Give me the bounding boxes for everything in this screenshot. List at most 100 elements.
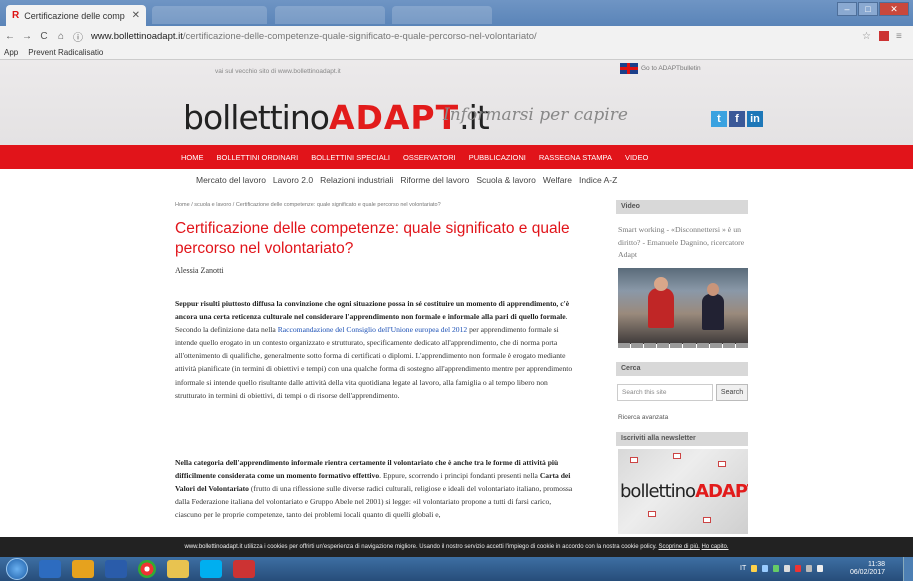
article-author: Alessia Zanotti xyxy=(175,266,224,275)
logo-red: ADAPT xyxy=(328,98,460,137)
forward-icon[interactable]: → xyxy=(20,31,34,42)
volume-icon[interactable] xyxy=(817,565,824,572)
nav-rassegna-stampa[interactable]: RASSEGNA STAMPA xyxy=(539,153,612,162)
newsletter-banner[interactable]: bollettinoADAPT xyxy=(618,449,748,534)
envelope-icon xyxy=(630,457,638,463)
tray-icon[interactable] xyxy=(773,565,780,572)
nav-bollettini-ordinari[interactable]: BOLLETTINI ORDINARI xyxy=(217,153,299,162)
advanced-search-link[interactable]: Ricerca avanzata xyxy=(618,414,668,421)
linkedin-icon[interactable]: in xyxy=(747,111,763,127)
chrome-icon[interactable] xyxy=(138,560,156,578)
thumb[interactable] xyxy=(709,343,722,348)
show-desktop-button[interactable] xyxy=(903,557,913,581)
breadcrumb[interactable]: Home / scuola e lavoro / Certificazione … xyxy=(175,202,441,208)
url-path: /certificazione-delle-competenze-quale-s… xyxy=(182,30,537,42)
thumb[interactable] xyxy=(696,343,709,348)
uk-flag-icon xyxy=(620,63,638,74)
bookmark-prevent[interactable]: Prevent Radicalisatio xyxy=(28,48,103,57)
nav-pubblicazioni[interactable]: PUBBLICAZIONI xyxy=(469,153,526,162)
video-title-link[interactable]: Smart working - «Disconnettersi » è un d… xyxy=(618,224,750,262)
home-icon[interactable]: ⌂ xyxy=(54,31,68,42)
tray-icon[interactable] xyxy=(751,565,758,572)
guest-figure xyxy=(702,294,724,330)
maximize-button[interactable]: □ xyxy=(858,2,878,16)
twitter-icon[interactable]: t xyxy=(711,111,727,127)
cookie-ok-link[interactable]: Ho capito. xyxy=(702,544,729,550)
video-thumbnail[interactable] xyxy=(618,268,748,344)
blurred-tab[interactable] xyxy=(392,6,492,24)
address-bar[interactable]: www.bollettinoadapt.it/certificazione-de… xyxy=(91,31,537,42)
start-button[interactable] xyxy=(6,558,28,580)
back-icon[interactable]: ← xyxy=(3,31,17,42)
explorer-icon[interactable] xyxy=(72,560,94,578)
blurred-tab[interactable] xyxy=(152,6,267,24)
sidebar: Video xyxy=(616,200,748,214)
menu-icon[interactable]: ≡ xyxy=(896,31,902,42)
minimize-button[interactable]: ‒ xyxy=(837,2,857,16)
media-player-icon[interactable] xyxy=(39,560,61,578)
tray-icon[interactable] xyxy=(795,565,802,572)
acrobat-icon[interactable] xyxy=(233,560,255,578)
browser-tab[interactable]: R Certificazione delle comp ✕ xyxy=(6,5,146,26)
network-icon[interactable] xyxy=(806,565,813,572)
subnav-welfare[interactable]: Welfare xyxy=(543,175,572,185)
envelope-icon xyxy=(673,453,681,459)
clock[interactable]: 11:38 06/02/2017 xyxy=(850,561,885,577)
language-indicator[interactable]: IT xyxy=(740,565,746,572)
thumb[interactable] xyxy=(722,343,735,348)
tray-icon[interactable] xyxy=(784,565,791,572)
thumb[interactable] xyxy=(657,343,670,348)
go-adapt-label: Go to ADAPTbulletin xyxy=(641,65,701,72)
search-button[interactable]: Search xyxy=(716,384,748,401)
envelope-icon xyxy=(648,511,656,517)
presenter-figure xyxy=(648,288,674,328)
envelope-icon xyxy=(718,461,726,467)
browser-toolbar: ← → C ⌂ ⓘ www.bollettinoadapt.it/certifi… xyxy=(0,26,913,46)
paragraph-text: per apprendimento formale si intende que… xyxy=(175,325,573,400)
old-site-link[interactable]: vai sul vecchio sito di www.bollettinoad… xyxy=(215,68,341,75)
article-title: Certificazione delle competenze: quale s… xyxy=(175,220,570,257)
raccomandazione-link[interactable]: Raccomandazione del Consiglio dell'Union… xyxy=(278,325,467,334)
blurred-tab[interactable] xyxy=(275,6,385,24)
news-logo-main: bollettino xyxy=(620,481,696,502)
thumb[interactable] xyxy=(735,343,748,348)
thumb[interactable] xyxy=(683,343,696,348)
article-paragraph: Seppur risulti piuttosto diffusa la conv… xyxy=(175,297,575,402)
subnav-mercato[interactable]: Mercato del lavoro xyxy=(196,175,266,185)
subnav-indice[interactable]: Indice A-Z xyxy=(579,175,617,185)
nav-home[interactable]: HOME xyxy=(181,153,204,162)
nav-video[interactable]: VIDEO xyxy=(625,153,648,162)
extension-icon[interactable] xyxy=(879,31,889,41)
folder-icon[interactable] xyxy=(167,560,189,578)
browser-titlebar: R Certificazione delle comp ✕ ‒ □ ✕ xyxy=(0,0,913,26)
nav-osservatori[interactable]: OSSERVATORI xyxy=(403,153,456,162)
subnav-relazioni[interactable]: Relazioni industriali xyxy=(320,175,393,185)
thumb[interactable] xyxy=(618,343,631,348)
subnav-scuola[interactable]: Scuola & lavoro xyxy=(476,175,536,185)
close-window-button[interactable]: ✕ xyxy=(879,2,909,16)
search-input[interactable]: Search this site xyxy=(617,384,713,401)
subnav-riforme[interactable]: Riforme del lavoro xyxy=(400,175,469,185)
bookmark-apps[interactable]: App xyxy=(4,48,18,57)
tray-icon[interactable] xyxy=(762,565,769,572)
subnav-lavoro20[interactable]: Lavoro 2.0 xyxy=(273,175,313,185)
thumb[interactable] xyxy=(644,343,657,348)
word-icon[interactable] xyxy=(105,560,127,578)
close-tab-icon[interactable]: ✕ xyxy=(132,10,140,21)
nav-bollettini-speciali[interactable]: BOLLETTINI SPECIALI xyxy=(311,153,390,162)
cookie-text: www.bollettinoadapt.it utilizza i cookie… xyxy=(184,544,657,550)
tab-title: Certificazione delle comp xyxy=(24,10,125,21)
presenter-head xyxy=(654,277,668,291)
cookie-more-link[interactable]: Scoprine di più. xyxy=(658,544,699,550)
video-thumbstrip xyxy=(618,343,748,348)
skype-icon[interactable] xyxy=(200,560,222,578)
clock-time: 11:38 xyxy=(868,561,885,568)
facebook-icon[interactable]: f xyxy=(729,111,745,127)
thumb[interactable] xyxy=(670,343,683,348)
envelope-icon xyxy=(703,517,711,523)
go-adapt-link[interactable]: Go to ADAPTbulletin xyxy=(620,63,701,74)
sub-nav: Mercato del lavoro Lavoro 2.0 Relazioni … xyxy=(0,169,913,191)
reload-icon[interactable]: C xyxy=(37,31,51,42)
star-icon[interactable]: ☆ xyxy=(862,31,871,42)
thumb[interactable] xyxy=(631,343,644,348)
